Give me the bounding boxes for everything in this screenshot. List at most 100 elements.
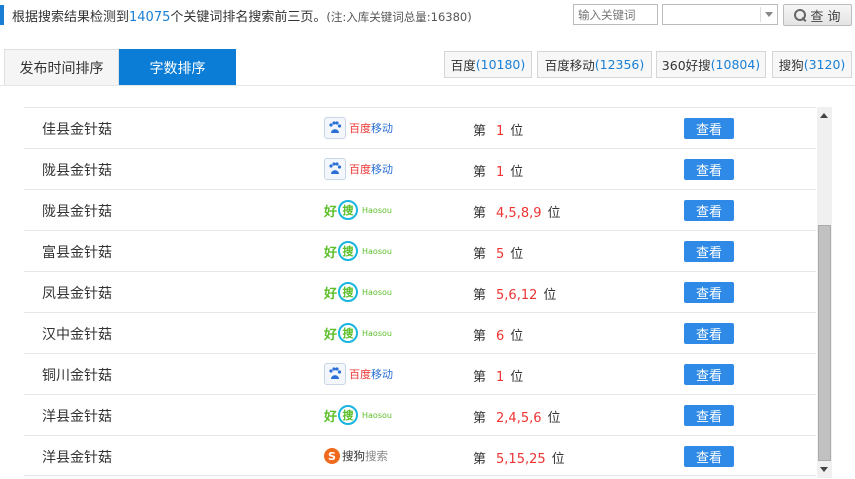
rank-cell: 第 2,4,5,6 位 [473, 407, 561, 426]
engine-logo-cell: 百度 移动 [324, 157, 393, 181]
engine-select[interactable] [662, 4, 778, 25]
engine-name: 百度 [450, 58, 476, 73]
view-button-label: 查看 [695, 164, 722, 179]
table-row: 洋县金针菇 好 搜 Haosou 第 2,4,5,6 位 查看 [24, 394, 816, 435]
keyword-cell: 陇县金针菇 [42, 204, 112, 220]
query-button[interactable]: 查 询 [783, 4, 852, 26]
rank-cell: 第 4,5,8,9 位 [473, 202, 561, 221]
table-row: 汉中金针菇 好 搜 Haosou 第6位 查看 [24, 312, 816, 353]
rank-value: 5,6,12 [496, 288, 538, 303]
view-button[interactable]: 查看 [684, 118, 734, 139]
view-button[interactable]: 查看 [684, 282, 734, 303]
scroll-down-icon[interactable] [820, 467, 828, 472]
table-row: 铜川金针菇 百度 移动 第1位 查看 [24, 353, 816, 394]
tab-word-count[interactable]: 字数排序 [119, 49, 236, 86]
table-row: 陇县金针菇 百度 移动 第1位 查看 [24, 148, 816, 189]
rank-suffix: 位 [510, 329, 524, 344]
baidu-paw-icon [324, 363, 346, 385]
view-button-label: 查看 [695, 369, 722, 384]
engine-filter-sogou[interactable]: 搜狗 (3120) [772, 51, 852, 78]
view-button-label: 查看 [695, 287, 722, 302]
rank-prefix: 第 [473, 329, 487, 344]
view-button[interactable]: 查看 [684, 364, 734, 385]
tabs-divider [0, 85, 855, 86]
summary-suffix: 个关键词排名搜索前三页。 [170, 10, 327, 25]
view-button[interactable]: 查看 [684, 159, 734, 180]
logo-text: Haosou [362, 287, 392, 297]
rank-prefix: 第 [473, 165, 487, 180]
tab-publish-time[interactable]: 发布时间排序 [4, 49, 119, 86]
logo-text: 搜 [342, 204, 354, 217]
rank-prefix: 第 [473, 411, 487, 426]
engine-name: 搜狗 [778, 58, 804, 73]
haosou-magnifier-icon: 搜 [338, 405, 359, 425]
haosou-magnifier-icon: 搜 [338, 282, 359, 302]
accent-bar [0, 5, 4, 25]
view-button[interactable]: 查看 [684, 241, 734, 262]
logo-text: 好 [324, 327, 338, 343]
search-icon [794, 9, 807, 21]
logo-text: 搜 [342, 409, 354, 422]
logo-text: 移动 [371, 368, 393, 381]
logo-text: 百度 [349, 122, 371, 135]
view-button[interactable]: 查看 [684, 405, 734, 426]
rank-prefix: 第 [473, 452, 487, 467]
ranking-list: 佳县金针菇 百度 移动 第1位 查看 陇县金针菇 百度 移动 第1位 查看 陇县金针… [24, 107, 816, 476]
keyword-cell: 凤县金针菇 [42, 286, 112, 302]
keyword-cell: 佳县金针菇 [42, 122, 112, 138]
logo-text: Haosou [362, 246, 392, 256]
view-button-label: 查看 [695, 451, 722, 466]
vertical-scrollbar[interactable] [817, 107, 832, 478]
rank-value: 1 [496, 370, 505, 385]
engine-logo-cell: 百度 移动 [324, 362, 393, 386]
rank-value: 4,5,8,9 [496, 206, 542, 221]
summary-note: (注:入库关键词总量:16380) [326, 10, 472, 24]
view-button-label: 查看 [695, 123, 722, 138]
rank-suffix: 位 [547, 206, 561, 221]
rank-cell: 第1位 [473, 120, 523, 139]
keyword-cell: 富县金针菇 [42, 245, 112, 261]
rank-suffix: 位 [547, 411, 561, 426]
view-button[interactable]: 查看 [684, 200, 734, 221]
summary-text: 根据搜索结果检测到14075个关键词排名搜索前三页。(注:入库关键词总量:163… [12, 6, 472, 25]
table-row: 凤县金针菇 好 搜 Haosou 第 5,6,12 位 查看 [24, 271, 816, 312]
scroll-up-icon[interactable] [820, 113, 828, 118]
engine-logo-cell: 好 搜 Haosou [324, 280, 392, 304]
rank-prefix: 第 [473, 124, 487, 139]
baidu-mobile-logo: 百度 移动 [324, 363, 393, 385]
view-button-label: 查看 [695, 246, 722, 261]
keyword-search-input[interactable] [573, 4, 658, 25]
sogou-logo: S 搜狗 搜索 [324, 448, 388, 464]
keyword-cell: 铜川金针菇 [42, 368, 112, 384]
scrollbar-thumb[interactable] [818, 225, 831, 461]
logo-text: 搜索 [365, 449, 388, 463]
haosou-logo: 好 搜 Haosou [324, 200, 392, 220]
engine-filter-360-haosou[interactable]: 360好搜 (10804) [656, 51, 766, 78]
engine-name: 360好搜 [661, 58, 711, 73]
rank-suffix: 位 [510, 247, 524, 262]
rank-prefix: 第 [473, 247, 487, 262]
engine-count: (10804) [710, 57, 761, 72]
baidu-paw-icon [324, 117, 346, 139]
keyword-cell: 洋县金针菇 [42, 409, 112, 425]
tab-label: 发布时间排序 [19, 61, 104, 77]
rank-value: 1 [496, 124, 505, 139]
haosou-logo: 好 搜 Haosou [324, 241, 392, 261]
rank-value: 5 [496, 247, 505, 262]
summary-prefix: 根据搜索结果检测到 [12, 10, 130, 25]
view-button-label: 查看 [695, 205, 722, 220]
engine-filter-baidu[interactable]: 百度 (10180) [444, 51, 532, 78]
keyword-cell: 汉中金针菇 [42, 327, 112, 343]
view-button[interactable]: 查看 [684, 323, 734, 344]
rank-suffix: 位 [510, 370, 524, 385]
rank-suffix: 位 [510, 124, 524, 139]
view-button[interactable]: 查看 [684, 446, 734, 467]
engine-logo-cell: 好 搜 Haosou [324, 239, 392, 263]
rank-value: 2,4,5,6 [496, 411, 542, 426]
engine-logo-cell: 百度 移动 [324, 116, 393, 140]
engine-filter-baidu-mobile[interactable]: 百度移动 (12356) [537, 51, 652, 78]
logo-text: 百度 [349, 368, 371, 381]
table-row: 陇县金针菇 好 搜 Haosou 第 4,5,8,9 位 查看 [24, 189, 816, 230]
logo-text: 移动 [371, 122, 393, 135]
engine-count: (12356) [594, 57, 645, 72]
